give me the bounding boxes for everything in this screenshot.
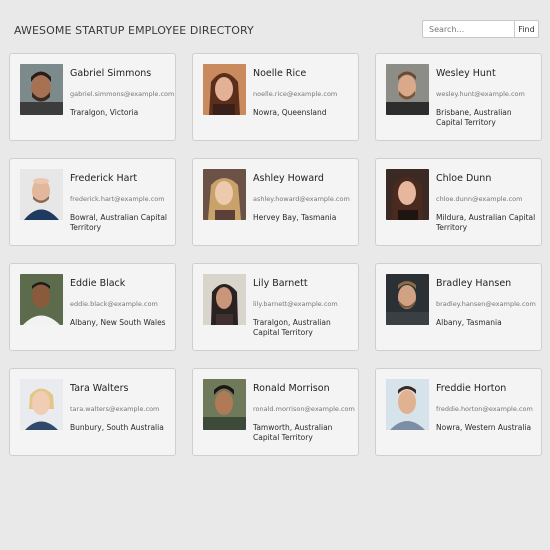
employee-email: ashley.howard@example.com (253, 195, 350, 203)
employee-card[interactable]: Wesley Hunt wesley.hunt@example.com Bris… (375, 53, 542, 141)
employee-card[interactable]: Tara Walters tara.walters@example.com Bu… (9, 368, 176, 456)
employee-location: Hervey Bay, Tasmania (253, 213, 337, 222)
page-title: AWESOME STARTUP EMPLOYEE DIRECTORY (14, 24, 254, 37)
avatar (203, 379, 246, 430)
avatar (203, 169, 246, 220)
avatar (386, 274, 429, 325)
employee-card[interactable]: Freddie Horton freddie.horton@example.co… (375, 368, 542, 456)
employee-email: noelle.rice@example.com (253, 90, 338, 98)
employee-name: Ronald Morrison (253, 383, 330, 394)
employee-name: Chloe Dunn (436, 173, 492, 184)
employee-location: Brisbane, Australian Capital Territory (436, 108, 512, 127)
employee-email: tara.walters@example.com (70, 405, 160, 413)
employee-name: Ashley Howard (253, 173, 324, 184)
find-button[interactable]: Find (515, 20, 539, 38)
employee-email: lily.barnett@example.com (253, 300, 338, 308)
employee-email: gabriel.simmons@example.com (70, 90, 175, 98)
employee-card[interactable]: Eddie Black eddie.black@example.com Alba… (9, 263, 176, 351)
employee-name: Lily Barnett (253, 278, 308, 289)
employee-email: chloe.dunn@example.com (436, 195, 523, 203)
employee-location: Nowra, Western Australia (436, 423, 532, 432)
employee-card[interactable]: Ashley Howard ashley.howard@example.com … (192, 158, 359, 246)
avatar (20, 379, 63, 430)
employee-card[interactable]: Ronald Morrison ronald.morrison@example.… (192, 368, 359, 456)
avatar (386, 379, 429, 430)
avatar (203, 274, 246, 325)
employee-name: Wesley Hunt (436, 68, 496, 79)
avatar (203, 64, 246, 115)
employee-card[interactable]: Lily Barnett lily.barnett@example.com Tr… (192, 263, 359, 351)
employee-location: Bunbury, South Australia (70, 423, 164, 432)
employee-location: Nowra, Queensland (253, 108, 327, 117)
employee-name: Eddie Black (70, 278, 126, 289)
employee-location: Traralgon, Australian Capital Territory (253, 318, 331, 337)
search-form: Find (422, 20, 539, 38)
employee-name: Frederick Hart (70, 173, 138, 184)
employee-email: ronald.morrison@example.com (253, 405, 355, 413)
avatar (20, 274, 63, 325)
employee-location: Bowral, Australian Capital Territory (70, 213, 168, 232)
employee-card[interactable]: Chloe Dunn chloe.dunn@example.com Mildur… (375, 158, 542, 246)
employee-location: Tamworth, Australian Capital Territory (253, 423, 333, 442)
employee-name: Freddie Horton (436, 383, 507, 394)
employee-card[interactable]: Gabriel Simmons gabriel.simmons@example.… (9, 53, 176, 141)
avatar (386, 64, 429, 115)
employee-location: Traralgon, Victoria (70, 108, 139, 117)
search-input[interactable] (422, 20, 515, 38)
employee-location: Mildura, Australian Capital Territory (436, 213, 536, 232)
employee-name: Bradley Hansen (436, 278, 512, 289)
avatar (20, 64, 63, 115)
employee-location: Albany, Tasmania (436, 318, 502, 327)
employee-name: Tara Walters (70, 383, 129, 394)
page-header: AWESOME STARTUP EMPLOYEE DIRECTORY Find (0, 0, 550, 50)
employee-location: Albany, New South Wales (70, 318, 166, 327)
employee-email: frederick.hart@example.com (70, 195, 165, 203)
employee-card[interactable]: Bradley Hansen bradley.hansen@example.co… (375, 263, 542, 351)
employee-name: Noelle Rice (253, 68, 307, 79)
employee-email: freddie.horton@example.com (436, 405, 533, 413)
employee-email: wesley.hunt@example.com (436, 90, 525, 98)
avatar (20, 169, 63, 220)
employee-card[interactable]: Noelle Rice noelle.rice@example.com Nowr… (192, 53, 359, 141)
employee-email: bradley.hansen@example.com (436, 300, 536, 308)
employee-name: Gabriel Simmons (70, 68, 152, 79)
employee-email: eddie.black@example.com (70, 300, 158, 308)
employee-card[interactable]: Frederick Hart frederick.hart@example.co… (9, 158, 176, 246)
avatar (386, 169, 429, 220)
